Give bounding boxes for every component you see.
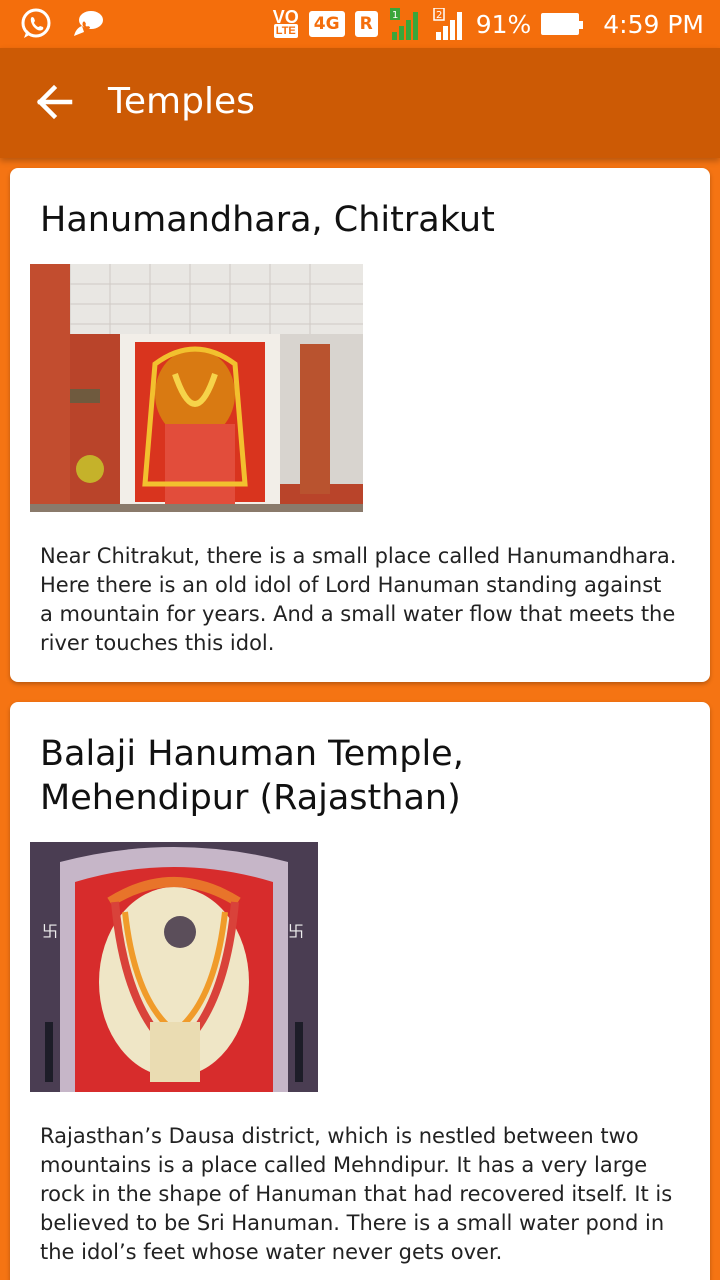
- chat-icon: [74, 11, 103, 36]
- svg-text:卐: 卐: [42, 922, 58, 941]
- arrow-left-icon: [36, 84, 73, 120]
- temple-title: Hanumandhara, Chitrakut: [40, 200, 495, 240]
- temple-card[interactable]: Hanumandhara, Chitrakut Near Chitrakut, …: [10, 168, 710, 682]
- signal-icon: 1: [389, 8, 418, 40]
- status-bar: VO LTE 4G R 1 2 91% 4:59 PM: [0, 0, 720, 48]
- temple-description: Rajasthan’s Dausa district, which is nes…: [40, 1124, 673, 1264]
- battery-percent: 91%: [475, 9, 532, 39]
- clock: 4:59 PM: [603, 9, 704, 39]
- app-bar: Temples: [0, 48, 720, 158]
- page-title: Temples: [108, 81, 255, 122]
- temple-description: Near Chitrakut, there is a small place c…: [40, 544, 677, 655]
- back-button[interactable]: [28, 76, 80, 128]
- temple-title: Balaji Hanuman Temple, Mehendipur (Rajas…: [40, 734, 464, 818]
- network-type: 4G: [308, 11, 345, 37]
- volte-label: VO: [272, 7, 299, 27]
- sim2-label: 2: [436, 10, 442, 21]
- sim1-label: 1: [392, 10, 398, 21]
- whatsapp-icon: [21, 8, 51, 38]
- temple-image: [30, 264, 363, 512]
- roaming-indicator: R: [354, 11, 378, 37]
- battery-icon: [541, 13, 584, 35]
- volte-indicator: VO LTE: [272, 7, 299, 38]
- lte-label: LTE: [273, 24, 298, 38]
- temple-image: 卐 卐: [30, 842, 318, 1092]
- temple-card[interactable]: Balaji Hanuman Temple, Mehendipur (Rajas…: [10, 702, 710, 1280]
- signal-icon-sim2: 2: [432, 8, 462, 40]
- temple-list: Hanumandhara, Chitrakut Near Chitrakut, …: [10, 168, 710, 1280]
- svg-text:卐: 卐: [288, 922, 304, 941]
